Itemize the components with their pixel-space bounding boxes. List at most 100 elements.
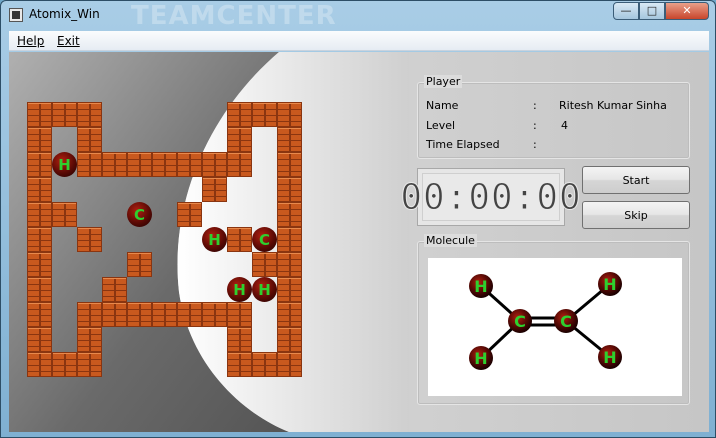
board-atom-h[interactable]: H — [252, 277, 277, 302]
svg-text:H: H — [603, 275, 616, 294]
wall-tile — [277, 152, 302, 177]
molecule-atom-c: C — [554, 309, 578, 333]
minimize-button[interactable]: — — [613, 2, 639, 20]
molecule-atom-c: C — [508, 309, 532, 333]
wall-tile — [277, 177, 302, 202]
wall-tile — [152, 152, 177, 177]
name-colon: : — [533, 99, 537, 112]
wall-tile — [52, 202, 77, 227]
wall-tile — [277, 102, 302, 127]
wall-tile — [277, 277, 302, 302]
molecule-atom-h: H — [598, 345, 622, 369]
wall-tile — [277, 302, 302, 327]
svg-text:C: C — [560, 312, 572, 331]
name-label: Name — [426, 99, 459, 112]
wall-tile — [177, 152, 202, 177]
molecule-atom-h: H — [469, 346, 493, 370]
wall-tile — [252, 102, 277, 127]
wall-tile — [227, 227, 252, 252]
svg-text:H: H — [603, 348, 616, 367]
level-colon: : — [533, 119, 537, 132]
window-title: Atomix_Win — [29, 7, 100, 21]
wall-tile — [277, 327, 302, 352]
title-watermark: TEAMCENTER — [131, 1, 337, 31]
wall-tile — [27, 252, 52, 277]
title-bar[interactable]: Atomix_Win TEAMCENTER — □ ✕ — [1, 1, 715, 31]
menu-bar: Help Exit — [9, 31, 709, 51]
app-window: Atomix_Win TEAMCENTER — □ ✕ Help Exit H … — [0, 0, 716, 438]
board-atom-c[interactable]: C — [127, 202, 152, 227]
wall-tile — [77, 127, 102, 152]
wall-tile — [27, 152, 52, 177]
wall-tile — [127, 252, 152, 277]
level-label: Level — [426, 119, 456, 132]
level-value: 4 — [561, 119, 568, 132]
wall-tile — [277, 227, 302, 252]
board-atom-h[interactable]: H — [227, 277, 252, 302]
wall-tile — [202, 302, 227, 327]
wall-tile — [227, 352, 252, 377]
wall-tile — [252, 352, 277, 377]
wall-tile — [227, 327, 252, 352]
start-button[interactable]: Start — [582, 166, 690, 194]
molecule-atom-h: H — [469, 274, 493, 298]
wall-tile — [52, 352, 77, 377]
wall-tile — [27, 102, 52, 127]
menu-exit[interactable]: Exit — [57, 34, 80, 48]
wall-tile — [277, 127, 302, 152]
time-elapsed-label: Time Elapsed — [426, 138, 500, 151]
board-atom-c[interactable]: C — [252, 227, 277, 252]
wall-tile — [127, 302, 152, 327]
wall-tile — [277, 352, 302, 377]
player-name-value: Ritesh Kumar Sinha — [559, 99, 667, 112]
wall-tile — [227, 302, 252, 327]
svg-text:H: H — [474, 349, 487, 368]
wall-tile — [277, 202, 302, 227]
board-atom-h[interactable]: H — [52, 152, 77, 177]
wall-tile — [252, 252, 277, 277]
wall-tile — [152, 302, 177, 327]
app-icon — [9, 8, 23, 22]
wall-tile — [102, 277, 127, 302]
maximize-button[interactable]: □ — [639, 2, 665, 20]
wall-tile — [77, 327, 102, 352]
wall-tile — [27, 227, 52, 252]
player-group-label: Player — [424, 75, 463, 88]
wall-tile — [77, 102, 102, 127]
timer-display: 00:00:00 — [400, 168, 581, 226]
board-atom-h[interactable]: H — [202, 227, 227, 252]
molecule-group-label: Molecule — [424, 234, 477, 247]
molecule-preview: H H C C H H — [428, 258, 682, 396]
wall-tile — [177, 302, 202, 327]
wall-tile — [227, 102, 252, 127]
time-colon: : — [533, 138, 537, 151]
wall-tile — [27, 127, 52, 152]
menu-help[interactable]: Help — [17, 34, 44, 48]
wall-tile — [202, 177, 227, 202]
wall-tile — [27, 202, 52, 227]
client-area: HCHCHH Player Name : Ritesh Kumar Sinha … — [9, 52, 709, 432]
wall-tile — [27, 302, 52, 327]
wall-tile — [202, 152, 227, 177]
wall-tile — [27, 352, 52, 377]
wall-tile — [77, 152, 102, 177]
game-board[interactable]: HCHCHH — [9, 52, 409, 432]
wall-tile — [77, 227, 102, 252]
svg-text:C: C — [514, 312, 526, 331]
molecule-diagram: H H C C H H — [469, 272, 622, 370]
close-button[interactable]: ✕ — [665, 2, 709, 20]
wall-tile — [102, 302, 127, 327]
wall-tile — [27, 327, 52, 352]
wall-tile — [77, 302, 102, 327]
wall-tile — [227, 127, 252, 152]
timer-digits: 00:00:00 — [400, 173, 581, 221]
player-group: Player Name : Ritesh Kumar Sinha Level :… — [417, 75, 690, 159]
wall-tile — [127, 152, 152, 177]
wall-tile — [227, 152, 252, 177]
wall-tile — [102, 152, 127, 177]
wall-tile — [27, 277, 52, 302]
skip-button[interactable]: Skip — [582, 201, 690, 229]
wall-tile — [27, 177, 52, 202]
wall-tile — [52, 102, 77, 127]
molecule-group: Molecule H H C C H H — [417, 234, 690, 405]
